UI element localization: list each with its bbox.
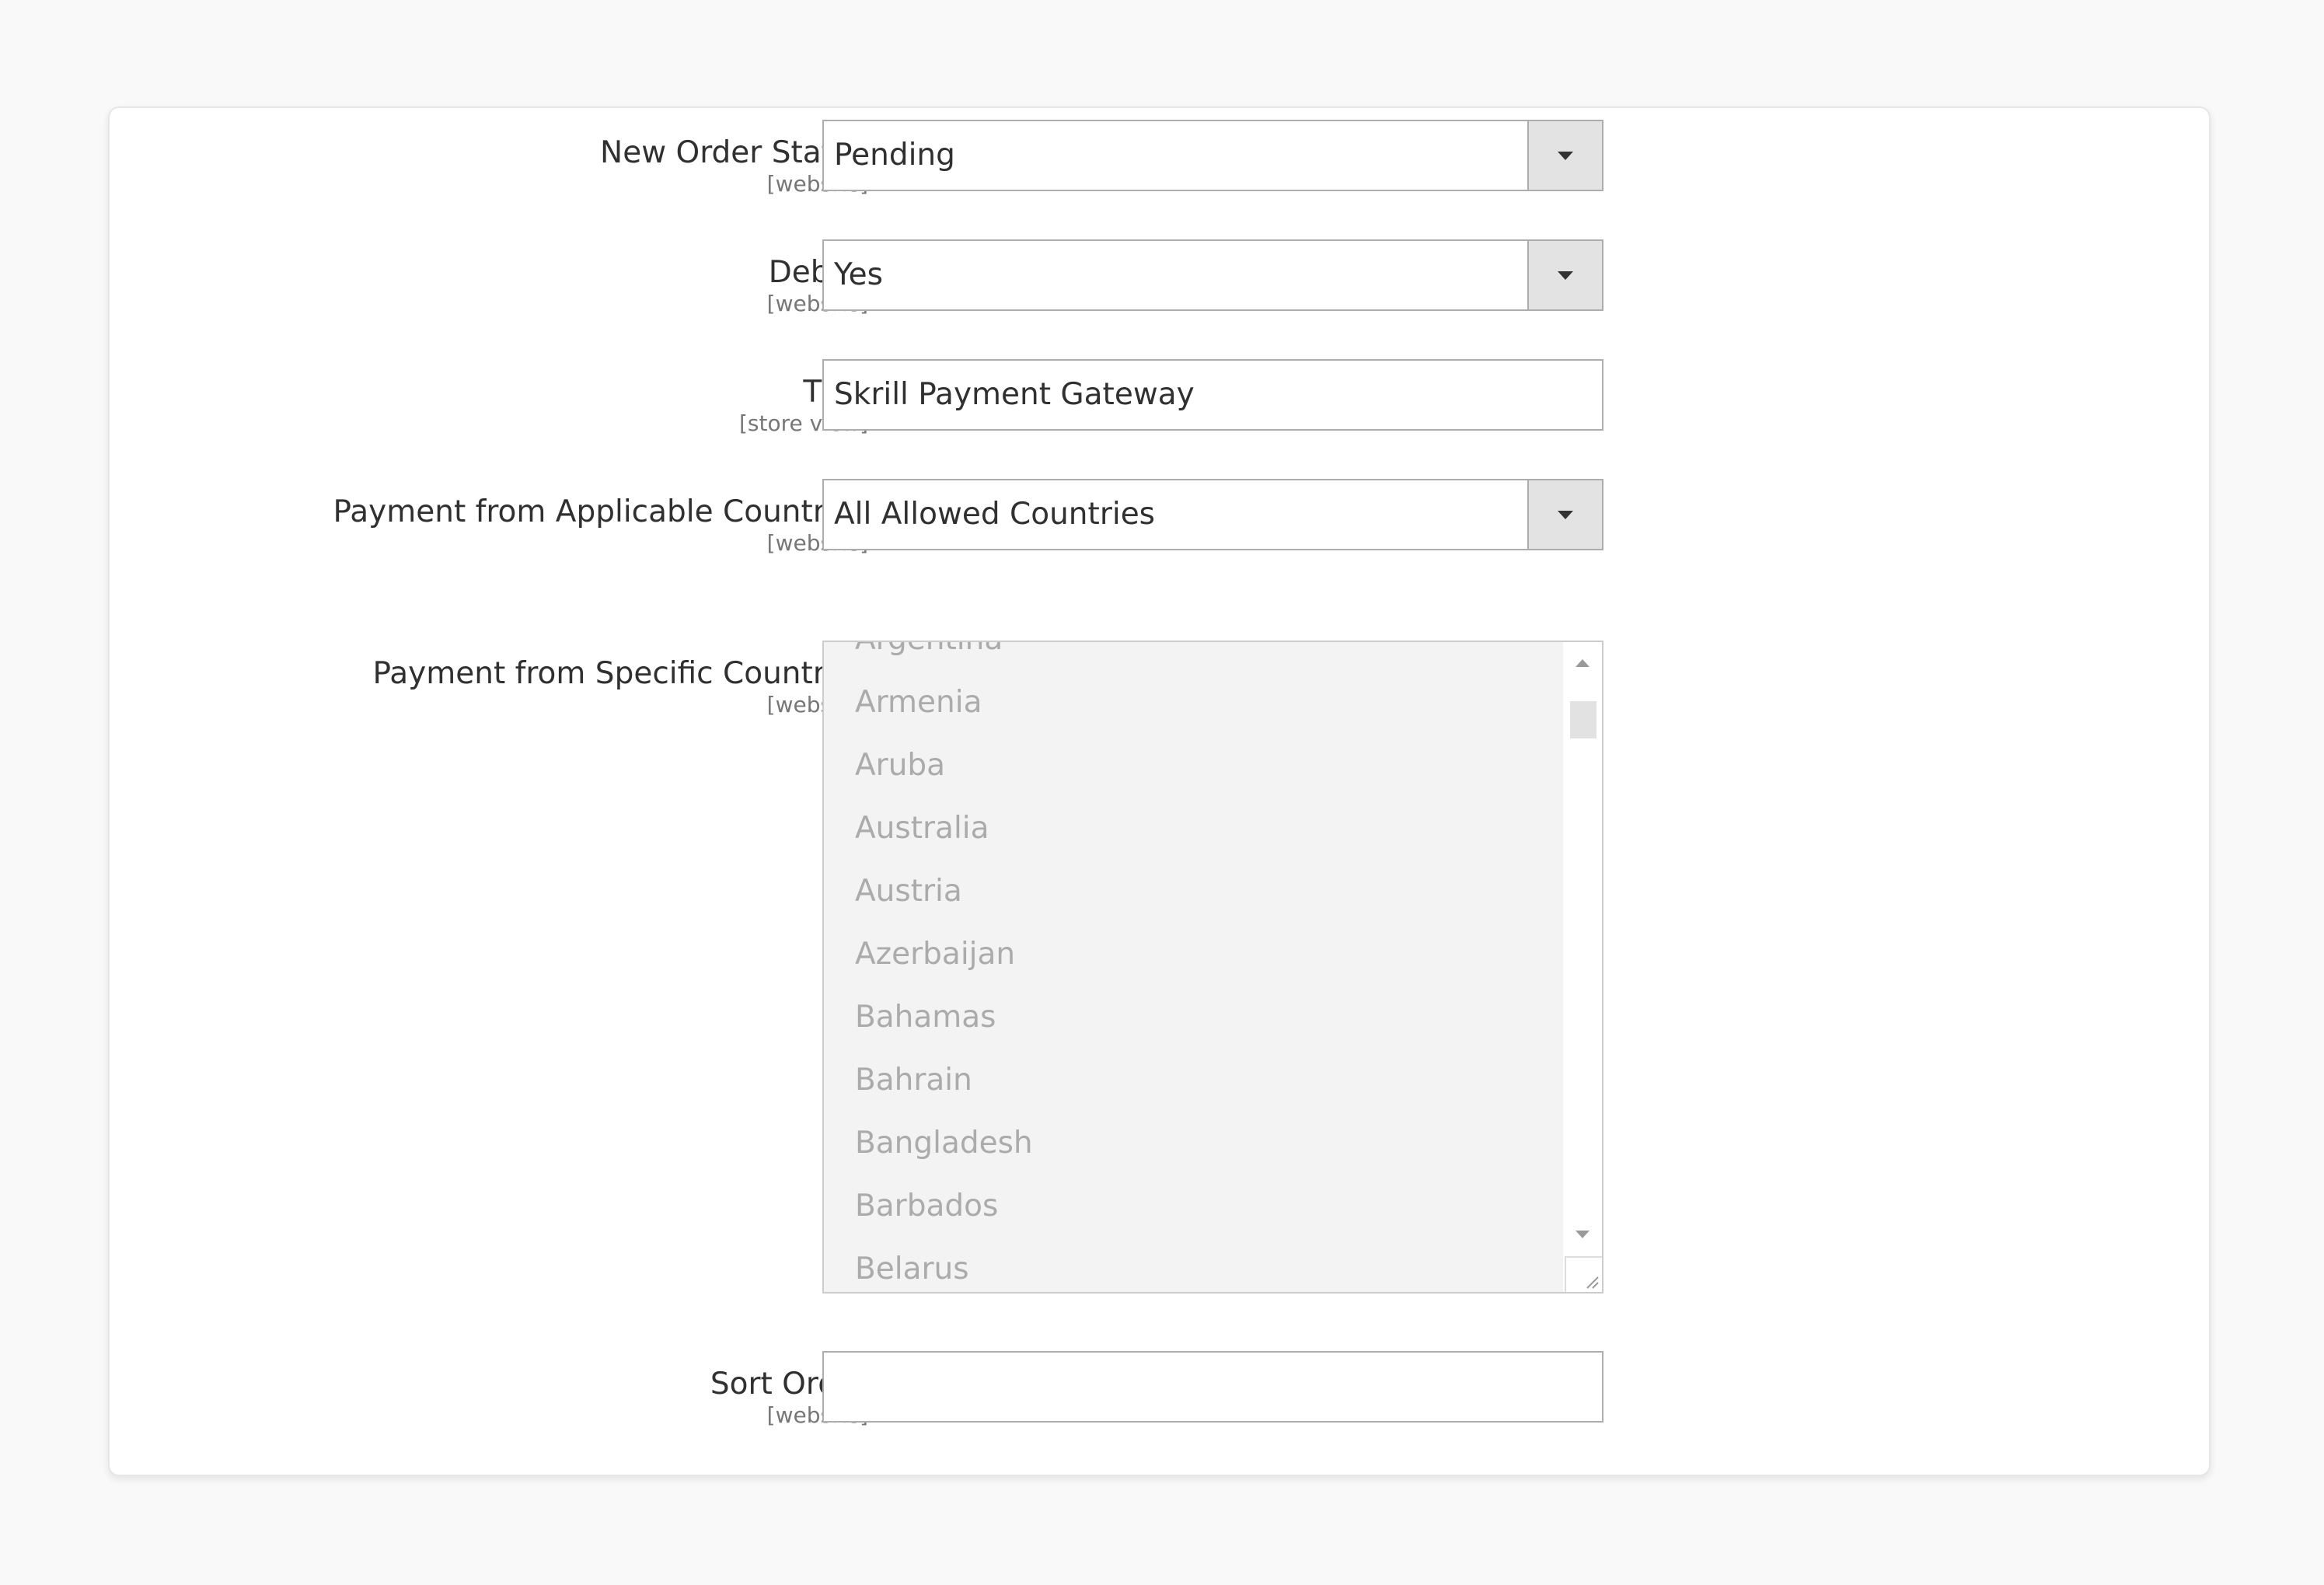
specific-countries-label: Payment from Specific Countries xyxy=(372,656,868,691)
resize-grip-icon xyxy=(1586,1276,1599,1289)
country-option[interactable]: Austria xyxy=(824,860,1562,923)
applicable-countries-label: Payment from Applicable Countries xyxy=(333,494,868,529)
country-option[interactable]: Belarus xyxy=(824,1238,1562,1292)
debug-dropdown-button[interactable] xyxy=(1527,241,1602,309)
debug-value: Yes xyxy=(834,257,883,292)
chevron-down-icon xyxy=(1558,511,1573,519)
country-option[interactable]: Aruba xyxy=(824,734,1562,797)
country-option[interactable]: Bangladesh xyxy=(824,1112,1562,1175)
country-option[interactable]: Barbados xyxy=(824,1175,1562,1238)
arrow-up-icon[interactable] xyxy=(1576,659,1589,667)
applicable-countries-value: All Allowed Countries xyxy=(834,497,1156,532)
specific-countries-scope: [website] xyxy=(766,692,868,717)
title-input[interactable]: Skrill Payment Gateway xyxy=(822,359,1603,431)
chevron-down-icon xyxy=(1558,271,1573,280)
title-value: Skrill Payment Gateway xyxy=(834,377,1195,412)
chevron-down-icon xyxy=(1558,152,1573,160)
applicable-countries-scope: [website] xyxy=(766,530,868,556)
applicable-countries-label-group: Payment from Applicable Countries [websi… xyxy=(333,495,868,557)
list-scrollbar[interactable] xyxy=(1563,642,1602,1292)
country-option[interactable]: Azerbaijan xyxy=(824,923,1562,986)
new-order-status-value: Pending xyxy=(834,138,955,173)
new-order-status-dropdown-button[interactable] xyxy=(1527,121,1602,190)
country-option[interactable]: Bahamas xyxy=(824,986,1562,1049)
scrollbar-thumb[interactable] xyxy=(1570,701,1596,738)
applicable-countries-dropdown-button[interactable] xyxy=(1527,480,1602,549)
country-option[interactable]: Armenia xyxy=(824,671,1562,734)
resize-grip[interactable] xyxy=(1565,1256,1602,1292)
arrow-down-icon[interactable] xyxy=(1576,1231,1589,1238)
applicable-countries-select[interactable]: All Allowed Countries xyxy=(822,479,1603,550)
country-list: Argentina Armenia Aruba Australia Austri… xyxy=(824,642,1562,1292)
specific-countries-label-group: Payment from Specific Countries [website… xyxy=(373,657,868,719)
new-order-status-select[interactable]: Pending xyxy=(822,120,1603,191)
country-option[interactable]: Australia xyxy=(824,797,1562,860)
country-option[interactable]: Bahrain xyxy=(824,1049,1562,1112)
config-panel: New Order Status [website] Pending Debug… xyxy=(108,106,2211,1476)
debug-select[interactable]: Yes xyxy=(822,239,1603,311)
specific-countries-multiselect[interactable]: Argentina Armenia Aruba Australia Austri… xyxy=(822,641,1603,1293)
sort-order-input[interactable] xyxy=(822,1351,1603,1423)
country-option[interactable]: Argentina xyxy=(824,642,1562,671)
